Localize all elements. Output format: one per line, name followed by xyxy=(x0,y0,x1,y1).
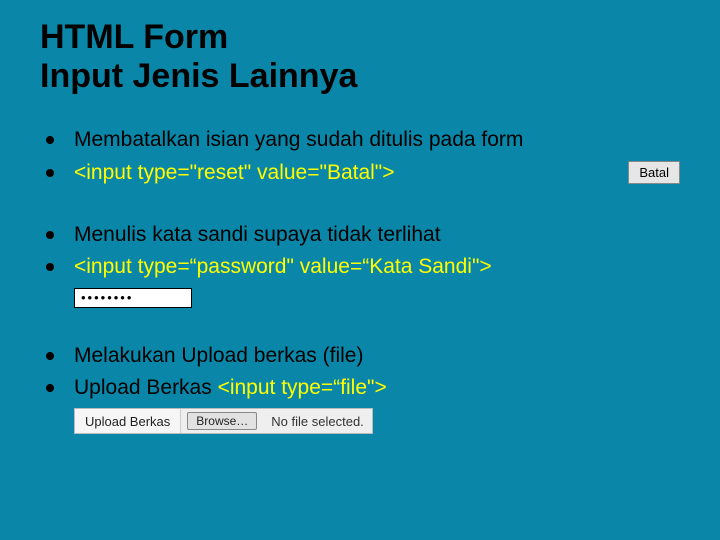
section-password: Menulis kata sandi supaya tidak terlihat… xyxy=(40,221,680,308)
list-item: Menulis kata sandi supaya tidak terlihat xyxy=(40,221,680,249)
reset-description: Membatalkan isian yang sudah ditulis pad… xyxy=(74,126,680,154)
bullet-icon xyxy=(40,136,74,144)
password-description: Menulis kata sandi supaya tidak terlihat xyxy=(74,221,680,249)
password-example-wrapper: •••••••• xyxy=(74,288,680,308)
title-line-1: HTML Form xyxy=(40,18,228,56)
file-status-text: No file selected. xyxy=(263,414,372,429)
slide-title: HTML Form Input Jenis Lainnya xyxy=(40,18,680,96)
list-item: <input type="reset" value="Batal"> Batal xyxy=(40,159,680,187)
list-item: <input type=“password" value=“Kata Sandi… xyxy=(40,253,680,281)
bullet-icon xyxy=(40,231,74,239)
reset-button-example[interactable]: Batal xyxy=(628,161,680,185)
password-code: <input type=“password" value=“Kata Sandi… xyxy=(74,253,680,281)
list-item: Upload Berkas <input type=“file"> xyxy=(40,374,680,402)
list-item: Melakukan Upload berkas (file) xyxy=(40,342,680,370)
bullet-icon xyxy=(40,352,74,360)
list-item: Membatalkan isian yang sudah ditulis pad… xyxy=(40,126,680,154)
password-input-example[interactable]: •••••••• xyxy=(74,288,192,308)
file-input-example[interactable]: Upload Berkas Browse… No file selected. xyxy=(74,408,373,434)
upload-example-wrapper: Upload Berkas Browse… No file selected. xyxy=(74,408,680,434)
section-upload: Melakukan Upload berkas (file) Upload Be… xyxy=(40,342,680,435)
file-input-label: Upload Berkas xyxy=(75,409,181,433)
bullet-icon xyxy=(40,384,74,392)
upload-code-line: Upload Berkas <input type=“file"> xyxy=(74,374,680,402)
section-reset: Membatalkan isian yang sudah ditulis pad… xyxy=(40,126,680,187)
upload-code: <input type=“file"> xyxy=(218,376,387,399)
reset-code: <input type="reset" value="Batal"> xyxy=(74,159,614,187)
browse-button[interactable]: Browse… xyxy=(187,412,257,430)
upload-description: Melakukan Upload berkas (file) xyxy=(74,342,680,370)
title-line-2: Input Jenis Lainnya xyxy=(40,57,357,95)
slide: HTML Form Input Jenis Lainnya Membatalka… xyxy=(0,0,720,540)
bullet-icon xyxy=(40,263,74,271)
bullet-icon xyxy=(40,169,74,177)
upload-prefix: Upload Berkas xyxy=(74,376,218,399)
